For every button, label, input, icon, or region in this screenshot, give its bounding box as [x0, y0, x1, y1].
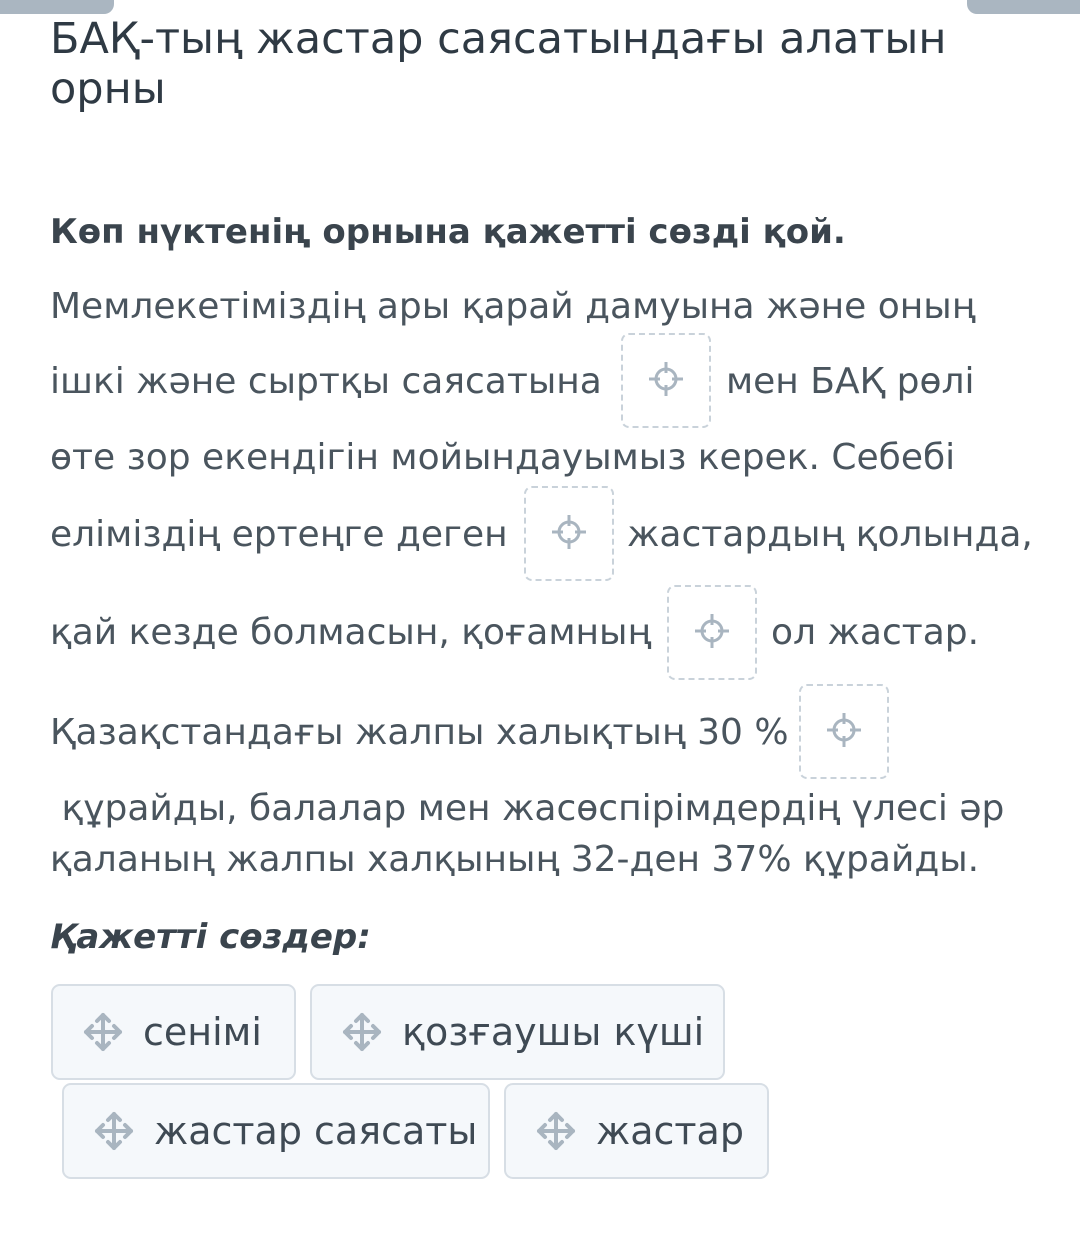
word-option-label: жастар саясаты — [154, 1109, 478, 1153]
exercise-text-line: ішкі және сыртқы саясатына — [50, 361, 602, 402]
word-option-label: қозғаушы күші — [402, 1010, 705, 1054]
word-option-chip[interactable]: сенімі — [51, 984, 296, 1080]
required-words-heading: Қажетті сөздер: — [50, 917, 371, 957]
blank-drop-slot-4[interactable] — [799, 684, 889, 779]
blank-drop-slot-3[interactable] — [667, 585, 757, 680]
task-instruction: Көп нүктенің орнына қажетті сөзді қой. — [50, 212, 846, 252]
move-arrows-icon — [81, 1010, 125, 1054]
move-arrows-icon — [340, 1010, 384, 1054]
blank-drop-slot-1[interactable] — [621, 333, 711, 428]
exercise-text-line: құрайды, балалар мен жасөспірімдердің үл… — [50, 788, 1005, 829]
exercise-text-line: жастардың қолында, — [627, 514, 1033, 555]
exercise-text-line: өте зор екендігін мойындауымыз керек. Се… — [50, 437, 956, 478]
exercise-text-line: ол жастар. — [771, 612, 980, 653]
exercise-text-line: қаланың жалпы халқының 32-ден 37% құрайд… — [50, 839, 980, 880]
word-option-chip[interactable]: қозғаушы күші — [310, 984, 725, 1080]
word-option-chip[interactable]: жастар саясаты — [62, 1083, 490, 1179]
top-nav-tab-left[interactable] — [0, 0, 114, 14]
page-title: БАҚ-тың жастар саясатындағы алатын орны — [50, 14, 947, 114]
blank-drop-slot-2[interactable] — [524, 486, 614, 581]
word-option-chip[interactable]: жастар — [504, 1083, 769, 1179]
move-arrows-icon — [92, 1109, 136, 1153]
exercise-text-line: мен БАҚ рөлі — [726, 361, 975, 402]
crosshair-icon — [549, 512, 589, 556]
exercise-text-line: Мемлекетіміздің ары қарай дамуына және о… — [50, 286, 976, 327]
exercise-text-line: еліміздің ертеңге деген — [50, 514, 508, 555]
exercise-text-line: қай кезде болмасын, қоғамның — [50, 612, 652, 653]
exercise-text-line: Қазақстандағы жалпы халықтың 30 % — [50, 712, 789, 753]
crosshair-icon — [692, 611, 732, 655]
crosshair-icon — [824, 710, 864, 754]
top-nav-tab-right[interactable] — [967, 0, 1080, 14]
move-arrows-icon — [534, 1109, 578, 1153]
crosshair-icon — [646, 359, 686, 403]
word-option-label: жастар — [596, 1109, 744, 1153]
word-option-label: сенімі — [143, 1010, 262, 1054]
